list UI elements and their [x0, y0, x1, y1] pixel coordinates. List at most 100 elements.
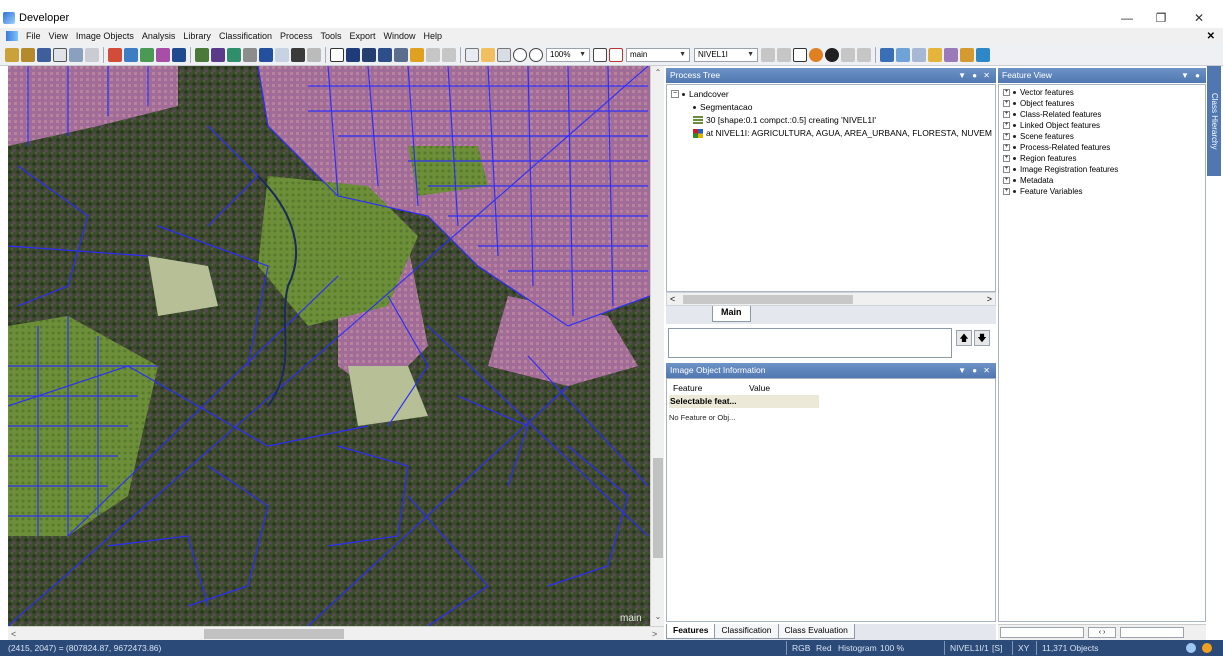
menu-view[interactable]: View: [45, 31, 72, 41]
layer-red-icon[interactable]: [108, 47, 122, 62]
tab-classification[interactable]: Classification: [714, 624, 779, 639]
feature-filter-box[interactable]: [1000, 627, 1084, 638]
zoom-in-icon[interactable]: [529, 47, 543, 62]
split-vertical-icon[interactable]: [378, 47, 392, 62]
scroll-thumb[interactable]: [653, 458, 663, 558]
menu-file[interactable]: File: [22, 31, 45, 41]
pointer-icon[interactable]: [465, 47, 479, 62]
menu-help[interactable]: Help: [420, 31, 447, 41]
classes-icon[interactable]: [880, 47, 894, 62]
sample-editor-icon[interactable]: [896, 47, 910, 62]
open-project-icon[interactable]: [21, 47, 35, 62]
feature-value-box[interactable]: [1120, 627, 1184, 638]
panel-controls[interactable]: ▼ ●: [1181, 68, 1202, 83]
tree-row-classification-algorithm[interactable]: at NIVEL1I: AGRICULTURA, AGUA, AREA_URBA…: [693, 128, 992, 138]
image-view-icon[interactable]: [195, 47, 209, 62]
move-down-button[interactable]: 🡇: [974, 330, 990, 346]
save-icon[interactable]: [37, 47, 51, 62]
viewer-horizontal-scrollbar[interactable]: < >: [8, 626, 664, 640]
tab-features[interactable]: Features: [666, 624, 716, 639]
object-view-icon[interactable]: [211, 47, 225, 62]
scroll-thumb[interactable]: [683, 295, 853, 304]
info-icon[interactable]: [825, 47, 839, 62]
window-icon[interactable]: [53, 47, 67, 62]
split-horizontal-icon[interactable]: [362, 47, 376, 62]
process-input-box[interactable]: [668, 328, 952, 358]
scroll-left-icon[interactable]: <: [670, 293, 675, 305]
feature-item-scene[interactable]: + Scene features: [1003, 132, 1074, 141]
collapse-icon[interactable]: −: [671, 90, 679, 98]
split-view-icon[interactable]: [346, 47, 360, 62]
panel-controls[interactable]: ▼ ● ✕: [958, 68, 992, 83]
scroll-left-icon[interactable]: <: [11, 627, 16, 641]
feature-nav-buttons[interactable]: ‹ ›: [1088, 627, 1116, 638]
scroll-thumb[interactable]: [204, 629, 344, 639]
move-up-button[interactable]: 🡅: [956, 330, 972, 346]
zoom-fit-icon[interactable]: [593, 47, 607, 62]
pixel-view-icon[interactable]: [609, 47, 623, 62]
single-view-icon[interactable]: [330, 47, 344, 62]
feature-view-panel[interactable]: + Vector features + Object features + Class…: [998, 84, 1206, 622]
nn-icon[interactable]: [944, 47, 958, 62]
feature-item-object[interactable]: + Object features: [1003, 99, 1074, 108]
print-icon[interactable]: [69, 47, 83, 62]
tree-row-segmentation-algorithm[interactable]: 30 [shape:0.1 compct.:0.5] creating 'NIV…: [693, 115, 876, 125]
menu-tools[interactable]: Tools: [316, 31, 345, 41]
minimize-button[interactable]: —: [1110, 8, 1144, 28]
mixed-view-icon[interactable]: [259, 47, 273, 62]
zoom-out-icon[interactable]: [513, 47, 527, 62]
feature-space-icon[interactable]: [912, 47, 926, 62]
feature-item-process-related[interactable]: + Process-Related features: [1003, 143, 1110, 152]
viewer-vertical-scrollbar[interactable]: ⌃ ⌄: [650, 66, 664, 626]
tab-class-evaluation[interactable]: Class Evaluation: [777, 624, 855, 639]
tree-row-segmentacao[interactable]: Segmentacao: [693, 102, 752, 112]
chart-icon[interactable]: [976, 47, 990, 62]
process-tree-horizontal-scrollbar[interactable]: < >: [666, 292, 996, 306]
feature-item-class-related[interactable]: + Class-Related features: [1003, 110, 1101, 119]
zoom-area-icon[interactable]: [497, 47, 511, 62]
menu-image-objects[interactable]: Image Objects: [72, 31, 138, 41]
tree-row-landcover[interactable]: − Landcover: [671, 89, 729, 99]
feature-item-variables[interactable]: + Feature Variables: [1003, 187, 1083, 196]
panel-controls[interactable]: ▼ ● ✕: [958, 363, 992, 378]
feature-item-metadata[interactable]: + Metadata: [1003, 176, 1053, 185]
scroll-right-icon[interactable]: >: [987, 293, 992, 305]
level-combo[interactable]: NIVEL1I ▼: [694, 47, 758, 62]
feature-item-vector[interactable]: + Vector features: [1003, 88, 1074, 97]
menu-window[interactable]: Window: [380, 31, 420, 41]
new-project-icon[interactable]: [5, 47, 19, 62]
select-samples-icon[interactable]: [928, 47, 942, 62]
menu-analysis[interactable]: Analysis: [138, 31, 180, 41]
scroll-down-icon[interactable]: ⌄: [651, 612, 665, 621]
classification-view-icon[interactable]: [227, 47, 241, 62]
tab-main[interactable]: Main: [712, 306, 751, 322]
arrow-tool-icon[interactable]: [172, 47, 186, 62]
menu-classification[interactable]: Classification: [215, 31, 276, 41]
feature-item-linked-object[interactable]: + Linked Object features: [1003, 121, 1100, 130]
maximize-button[interactable]: ❐: [1144, 8, 1178, 28]
feature-item-region[interactable]: + Region features: [1003, 154, 1076, 163]
star-icon[interactable]: [410, 47, 424, 62]
menu-export[interactable]: Export: [346, 31, 380, 41]
selectable-features-row[interactable]: Selectable feat...: [669, 395, 819, 408]
document-icon[interactable]: [6, 31, 18, 41]
scroll-right-icon[interactable]: >: [652, 627, 657, 641]
scroll-up-icon[interactable]: ⌃: [651, 68, 665, 77]
sample-icon[interactable]: [809, 47, 823, 62]
image-viewer[interactable]: [8, 66, 650, 626]
process-tree-panel[interactable]: − Landcover Segmentacao 30 [shape:0.1 co…: [666, 84, 996, 292]
polygon-icon[interactable]: [291, 47, 305, 62]
tools-icon[interactable]: [960, 47, 974, 62]
menu-library[interactable]: Library: [179, 31, 215, 41]
menu-process[interactable]: Process: [276, 31, 317, 41]
hand-icon[interactable]: [481, 47, 495, 62]
layer-green-icon[interactable]: [140, 47, 154, 62]
document-close-icon[interactable]: ✕: [1207, 31, 1215, 42]
feature-item-image-registration[interactable]: + Image Registration features: [1003, 165, 1118, 174]
layer-mix-icon[interactable]: [275, 47, 289, 62]
pan-hand-icon[interactable]: [394, 47, 408, 62]
view-combo[interactable]: main ▼: [626, 47, 690, 62]
class-hierarchy-side-tab[interactable]: Class Hierarchy: [1207, 66, 1221, 176]
zoom-combo[interactable]: 100% ▼: [546, 47, 590, 62]
layer-purple-icon[interactable]: [156, 47, 170, 62]
